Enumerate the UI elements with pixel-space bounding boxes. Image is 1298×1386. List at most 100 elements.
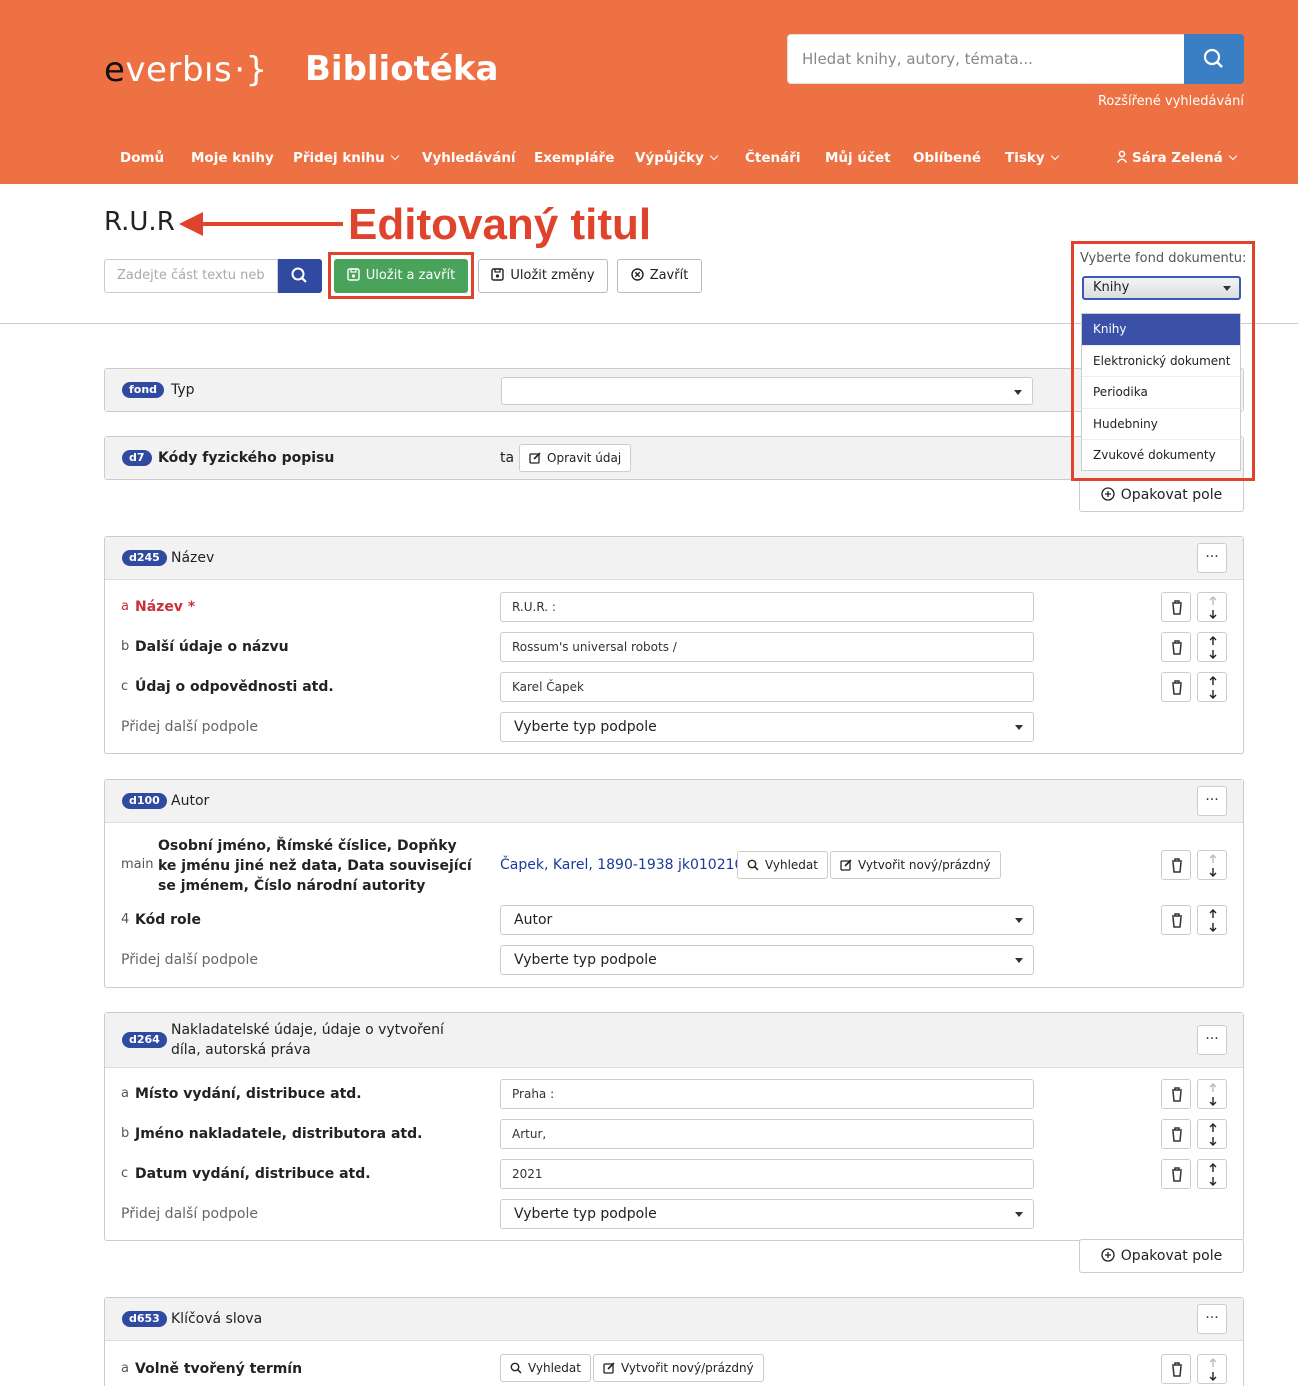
trash-icon: [1172, 1167, 1182, 1182]
field-menu-button[interactable]: ···: [1197, 1025, 1227, 1055]
subfield-label: Místo vydání, distribuce atd.: [135, 1086, 362, 1102]
trash-icon: [1172, 858, 1182, 873]
delete-subfield-button[interactable]: [1161, 592, 1191, 622]
move-subfield-button[interactable]: [1197, 1079, 1227, 1109]
annotation-text: Editovaný titul: [348, 200, 652, 249]
subfield-input[interactable]: Karel Čapek: [500, 672, 1034, 702]
authority-link[interactable]: Čapek, Karel, 1890-1938 jk01021023: [500, 857, 761, 873]
page-title: R.U.R: [104, 207, 175, 237]
subfield-type-value: Vyberte typ podpole: [514, 1206, 657, 1222]
nav-prints[interactable]: Tisky: [1005, 150, 1059, 166]
subfield-input[interactable]: Praha :: [500, 1079, 1034, 1109]
arrows-updown-icon: [1209, 636, 1217, 659]
field-code-badge: d264: [122, 1032, 167, 1048]
subfield-type-select[interactable]: Vyberte typ podpole: [500, 945, 1034, 975]
find-button[interactable]: [278, 259, 322, 293]
search-button[interactable]: [1184, 34, 1244, 84]
field-title: Typ: [171, 382, 195, 398]
app-header: everbıs·} Bibliotéka Hledat knihy, autor…: [0, 0, 1298, 184]
fond-option-knihy[interactable]: Knihy: [1082, 314, 1240, 346]
subfield-type-select[interactable]: Vyberte typ podpole: [500, 1199, 1034, 1229]
subfield-input[interactable]: R.U.R. :: [500, 592, 1034, 622]
type-select[interactable]: [501, 377, 1033, 405]
save-close-button[interactable]: Uložit a zavřít: [334, 259, 468, 293]
field-menu-button[interactable]: ···: [1197, 1304, 1227, 1334]
repeat-label: Opakovat pole: [1120, 487, 1223, 503]
subfield-input[interactable]: Artur,: [500, 1119, 1034, 1149]
delete-subfield-button[interactable]: [1161, 905, 1191, 935]
find-term-button[interactable]: Vyhledat: [500, 1354, 591, 1382]
move-subfield-button[interactable]: [1197, 672, 1227, 702]
move-subfield-button[interactable]: [1197, 850, 1227, 880]
nav-favorites[interactable]: Oblíbené: [913, 150, 981, 166]
move-subfield-button[interactable]: [1197, 1159, 1227, 1189]
field-menu-button[interactable]: ···: [1197, 543, 1227, 573]
delete-subfield-button[interactable]: [1161, 850, 1191, 880]
move-subfield-button[interactable]: [1197, 905, 1227, 935]
field-menu-button[interactable]: ···: [1197, 786, 1227, 816]
delete-subfield-button[interactable]: [1161, 632, 1191, 662]
field-d653-header: d653 Klíčová slova ···: [105, 1298, 1243, 1341]
subfield-label: Název *: [135, 599, 195, 615]
create-new-button[interactable]: Vytvořit nový/prázdný: [830, 851, 1001, 879]
repeat-field-button[interactable]: Opakovat pole: [1079, 478, 1244, 512]
delete-subfield-button[interactable]: [1161, 1354, 1191, 1384]
nav-readers[interactable]: Čtenáři: [745, 150, 801, 166]
move-subfield-button[interactable]: [1197, 1119, 1227, 1149]
find-label: Vyhledat: [765, 858, 818, 872]
delete-subfield-button[interactable]: [1161, 1119, 1191, 1149]
find-authority-button[interactable]: Vyhledat: [737, 851, 828, 879]
nav-account[interactable]: Můj účet: [825, 150, 891, 166]
chevron-down-icon: [390, 151, 400, 161]
nav-loans-label: Výpůjčky: [635, 150, 704, 166]
field-d100: d100 Autor ··· main Osobní jméno, Římské…: [104, 779, 1244, 988]
field-d245-header: d245 Název ···: [105, 537, 1243, 580]
find-text-input[interactable]: Zadejte část textu neb: [104, 259, 278, 293]
subfield-input[interactable]: Rossum's universal robots /: [500, 632, 1034, 662]
move-subfield-button[interactable]: [1197, 1354, 1227, 1384]
chevron-down-icon: [1223, 286, 1231, 291]
fond-option-periodicals[interactable]: Periodika: [1082, 377, 1240, 409]
user-menu[interactable]: Sára Zelená: [1116, 150, 1237, 166]
subfield-input[interactable]: 2021: [500, 1159, 1034, 1189]
plus-circle-icon: [1101, 487, 1115, 501]
arrows-updown-icon: [1209, 1083, 1217, 1106]
create-new-button[interactable]: Vytvořit nový/prázdný: [593, 1354, 764, 1382]
nav-add-book[interactable]: Přidej knihu: [293, 150, 400, 166]
everbis-logo[interactable]: everbıs·}: [104, 50, 268, 90]
fond-option-music[interactable]: Hudebniny: [1082, 409, 1240, 441]
repeat-field-button[interactable]: Opakovat pole: [1079, 1239, 1244, 1273]
fond-option-audio[interactable]: Zvukové dokumenty: [1082, 440, 1240, 472]
chevron-down-icon: [1015, 1212, 1023, 1217]
save-button[interactable]: Uložit změny: [478, 259, 608, 293]
chevron-down-icon: [709, 151, 719, 161]
fond-option-electronic[interactable]: Elektronický dokument: [1082, 346, 1240, 378]
user-name: Sára Zelená: [1132, 150, 1223, 166]
nav-loans[interactable]: Výpůjčky: [635, 150, 719, 166]
subfield-code: main: [121, 857, 154, 872]
delete-subfield-button[interactable]: [1161, 1079, 1191, 1109]
nav-items[interactable]: Exempláře: [534, 150, 614, 166]
fond-select[interactable]: Knihy: [1082, 276, 1241, 300]
delete-subfield-button[interactable]: [1161, 672, 1191, 702]
field-title: Název: [171, 550, 215, 566]
search-input[interactable]: Hledat knihy, autory, témata...: [787, 34, 1185, 84]
fix-value-button[interactable]: Opravit údaj: [519, 444, 632, 472]
subfield-type-select[interactable]: Vyberte typ podpole: [500, 712, 1034, 742]
role-select[interactable]: Autor: [500, 905, 1034, 935]
field-title: Autor: [171, 793, 210, 809]
search-icon: [747, 859, 759, 871]
move-subfield-button[interactable]: [1197, 632, 1227, 662]
delete-subfield-button[interactable]: [1161, 1159, 1191, 1189]
field-code-badge: d7: [122, 450, 152, 466]
move-subfield-button[interactable]: [1197, 592, 1227, 622]
trash-icon: [1172, 1362, 1182, 1377]
close-button[interactable]: Zavřít: [617, 259, 702, 293]
role-value: Autor: [514, 912, 553, 928]
nav-my-books[interactable]: Moje knihy: [191, 150, 274, 166]
add-subfield-label: Přidej další podpole: [121, 719, 258, 735]
nav-search[interactable]: Vyhledávání: [422, 150, 516, 166]
nav-home[interactable]: Domů: [120, 150, 164, 166]
fond-dropdown-list: Knihy Elektronický dokument Periodika Hu…: [1081, 313, 1241, 471]
advanced-search-link[interactable]: Rozšířené vyhledávání: [1098, 94, 1244, 109]
